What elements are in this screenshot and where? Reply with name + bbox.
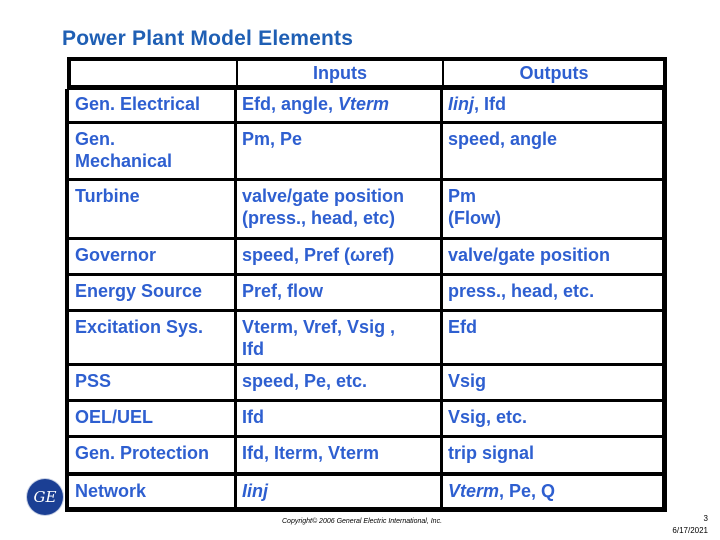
outputs-cell: valve/gate position — [448, 245, 611, 265]
table-row: PSS speed, Pe, etc. Vsig — [69, 366, 662, 402]
inputs-cell: Pref, flow — [242, 281, 324, 301]
outputs-cell: Vterm, Pe, Q — [448, 481, 556, 501]
inputs-cell: valve/gate position (press., head, etc) — [242, 186, 405, 228]
outputs-cell: Vsig — [448, 371, 487, 391]
header-outputs: Outputs — [519, 63, 589, 83]
table-row: Governor speed, Pref (ωref) valve/gate p… — [69, 240, 662, 276]
table-row: Turbine valve/gate position (press., hea… — [69, 181, 662, 240]
table-body: Gen. Electrical Efd, angle, Vterm Iinj, … — [65, 89, 667, 512]
logo-text: GE — [33, 488, 57, 506]
table-header-row: Inputs Outputs — [67, 57, 667, 90]
inputs-cell: Efd, angle, Vterm — [242, 94, 390, 114]
element-cell: Turbine — [75, 186, 140, 206]
inputs-cell: Pm, Pe — [242, 129, 303, 149]
element-cell: Governor — [75, 245, 157, 265]
outputs-cell: trip signal — [448, 443, 535, 463]
table-row: Gen. Electrical Efd, angle, Vterm Iinj, … — [69, 89, 662, 124]
inputs-cell: speed, Pe, etc. — [242, 371, 368, 391]
inputs-cell: Ifd, Iterm, Vterm — [242, 443, 380, 463]
element-cell: Excitation Sys. — [75, 317, 204, 337]
table-row: Gen. Mechanical Pm, Pe speed, angle — [69, 124, 662, 181]
model-elements-table: Inputs Outputs Gen. Electrical Efd, angl… — [65, 57, 667, 512]
outputs-cell: speed, angle — [448, 129, 558, 149]
table-row: Energy Source Pref, flow press., head, e… — [69, 276, 662, 312]
element-cell: Gen. Electrical — [75, 94, 201, 114]
slide-date: 6/17/2021 — [672, 526, 708, 535]
element-cell: Network — [75, 481, 147, 501]
element-cell: Energy Source — [75, 281, 203, 301]
outputs-cell: Efd — [448, 317, 477, 337]
outputs-cell: Vsig, etc. — [448, 407, 528, 427]
outputs-cell: Iinj, Ifd — [448, 94, 506, 114]
copyright-text: Copyright© 2006 General Electric Interna… — [282, 518, 443, 525]
element-cell: OEL/UEL — [75, 407, 154, 427]
table-row: Gen. Protection Ifd, Iterm, Vterm trip s… — [69, 438, 662, 476]
inputs-cell: speed, Pref (ωref) — [242, 245, 395, 265]
ge-logo-icon: GE — [27, 479, 63, 515]
inputs-cell: Ifd — [242, 407, 264, 427]
inputs-value: Iinj — [242, 481, 268, 501]
header-inputs: Inputs — [313, 63, 367, 83]
inputs-cell: Iinj — [242, 480, 442, 502]
outputs-cell: Pm (Flow) — [448, 186, 501, 228]
element-cell: PSS — [75, 371, 112, 391]
element-cell: Gen. Protection — [75, 443, 210, 463]
table-row: Network Iinj Vterm, Pe, Q — [69, 476, 662, 507]
element-cell: Gen. Mechanical — [75, 129, 173, 171]
table-row: Excitation Sys. Vterm, Vref, Vsig , Ifd … — [69, 312, 662, 366]
outputs-cell: press., head, etc. — [448, 281, 595, 301]
page-number: 3 — [703, 514, 708, 523]
page-title: Power Plant Model Elements — [62, 27, 354, 50]
inputs-cell: Vterm, Vref, Vsig , Ifd — [242, 317, 396, 359]
table-row: OEL/UEL Ifd Vsig, etc. — [69, 402, 662, 438]
